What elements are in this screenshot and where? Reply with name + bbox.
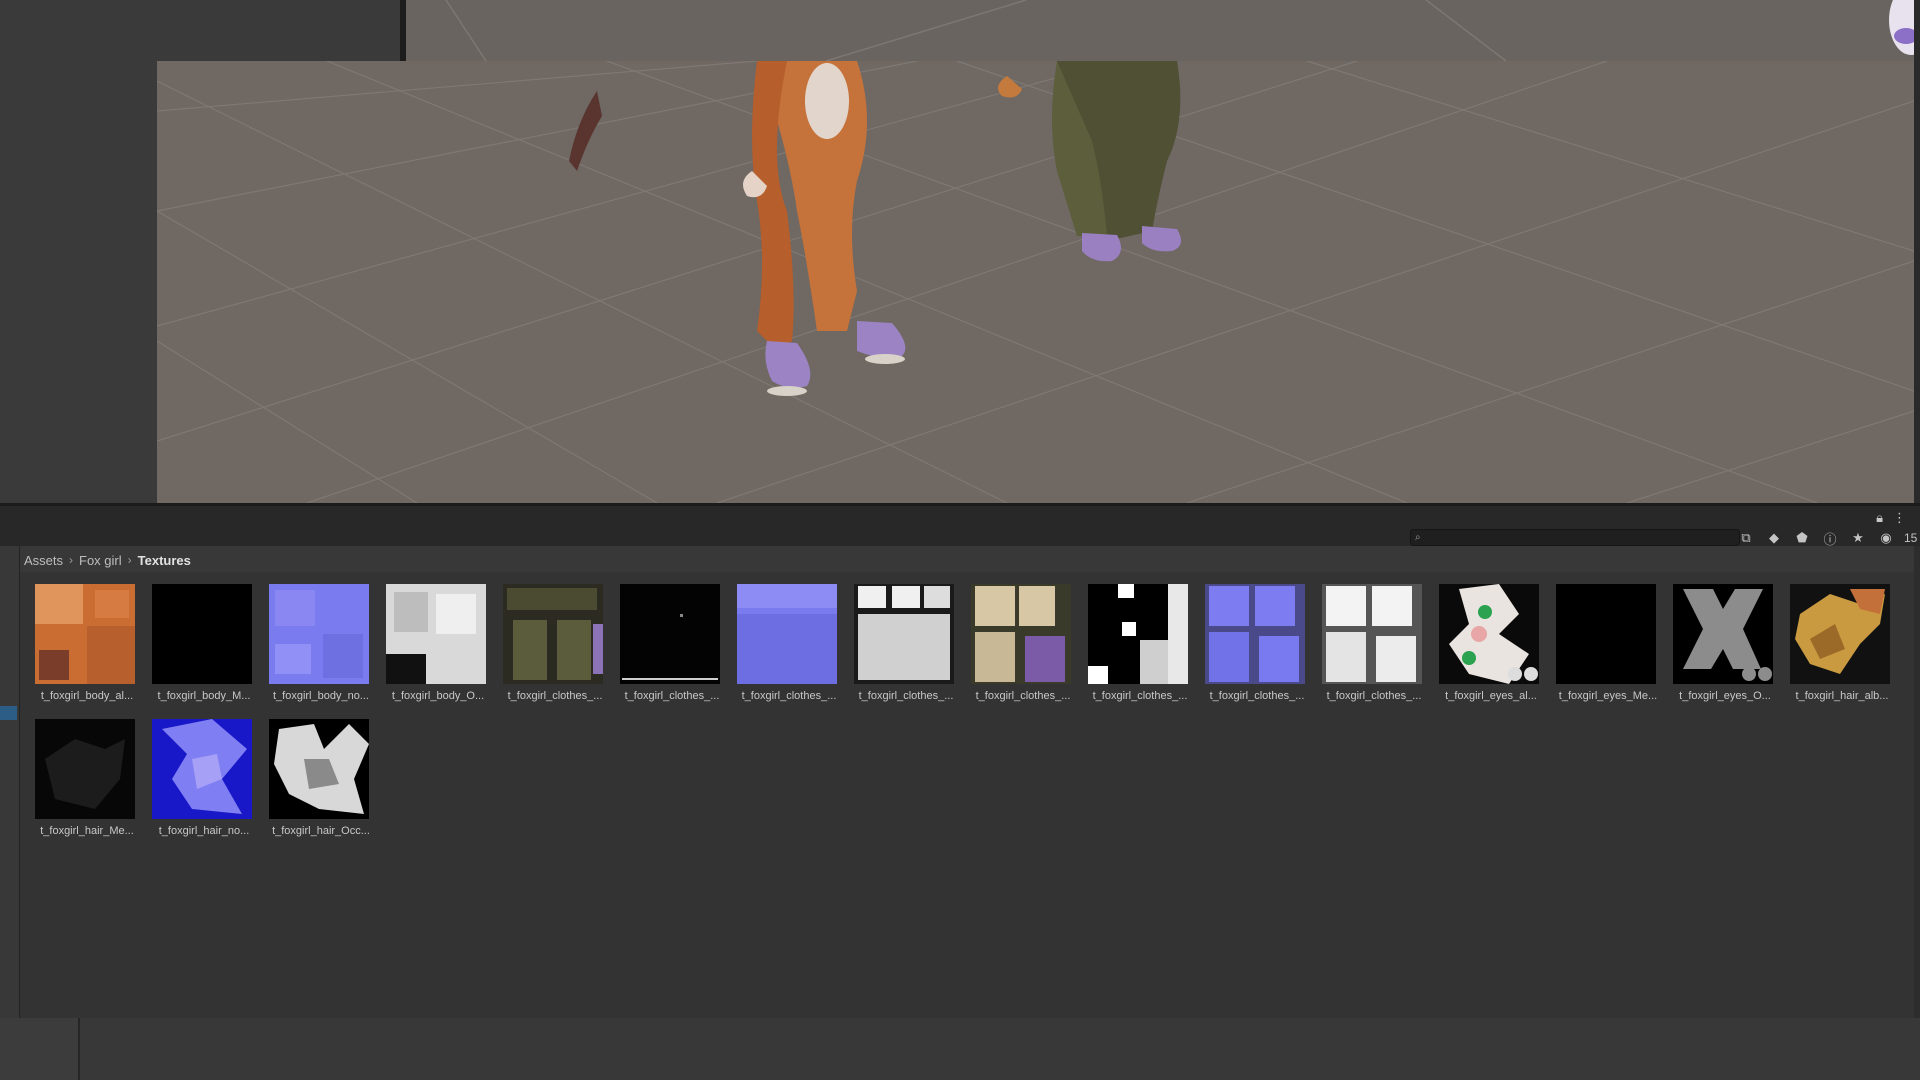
search-input[interactable]: ⌕ [1410,529,1740,546]
occlusion-texture-thumbnail [386,584,486,684]
asset-label: t_foxgirl_clothes_... [975,690,1071,702]
hidden-packages-icon[interactable]: ◉ [1876,530,1896,546]
selected-folder-indicator[interactable] [0,706,17,720]
asset-label: t_foxgirl_body_al... [40,690,134,702]
asset-label: t_foxgirl_hair_no... [158,825,250,837]
mask-texture-thumbnail [1088,584,1188,684]
albedo-texture-thumbnail [971,584,1071,684]
asset-item[interactable]: t_foxgirl_clothes_... [496,572,603,702]
chevron-right-icon: › [127,553,132,567]
bottom-left-panel [0,1018,80,1080]
asset-label: t_foxgirl_body_O... [391,690,485,702]
asset-label: t_foxgirl_clothes_... [741,690,837,702]
metallic-texture-thumbnail [1556,584,1656,684]
asset-label: t_foxgirl_clothes_... [1092,690,1188,702]
asset-label: t_foxgirl_hair_Occ... [272,825,370,837]
asset-label: t_foxgirl_hair_alb... [1795,690,1889,702]
asset-label: t_foxgirl_clothes_... [858,690,954,702]
asset-label: t_foxgirl_clothes_... [1209,690,1305,702]
game-view-strip [406,0,1920,62]
warning-filter-icon[interactable]: ⓘ [1820,529,1840,548]
search-by-type-icon[interactable]: ⧉ [1736,530,1756,546]
scene-right-edge [1914,0,1920,503]
albedo-texture-thumbnail [1790,584,1890,684]
asset-label: t_foxgirl_body_M... [157,690,251,702]
search-by-label-icon[interactable]: ◆ [1764,530,1784,546]
asset-item[interactable]: t_foxgirl_body_al... [28,572,135,702]
metallic-texture-thumbnail [620,584,720,684]
breadcrumb-fox-girl[interactable]: Fox girl [79,553,122,568]
asset-item[interactable]: t_foxgirl_hair_alb... [1783,572,1890,702]
asset-grid[interactable]: t_foxgirl_body_al... t_foxgirl_body_M...… [20,572,1914,1018]
albedo-texture-thumbnail [35,584,135,684]
asset-item[interactable]: t_foxgirl_clothes_... [964,572,1071,702]
normal-map-thumbnail [737,584,837,684]
occlusion-texture-thumbnail [1322,584,1422,684]
toolbar-icon-group: ⧉ ◆ ⬟ ⓘ ★ ◉ 15 [1736,529,1918,548]
project-folder-tree[interactable] [0,546,20,1018]
second-character-model [998,61,1181,262]
asset-label: t_foxgirl_eyes_al... [1445,690,1537,702]
asset-item[interactable]: t_foxgirl_body_no... [262,572,369,702]
normal-map-thumbnail [269,584,369,684]
scene-view[interactable] [0,0,1920,503]
scene-top-left-panel [0,0,406,61]
panel-divider[interactable] [400,0,406,61]
asset-item[interactable]: t_foxgirl_clothes_... [1198,572,1305,702]
panel-right-edge [1914,546,1920,1018]
asset-item[interactable]: t_foxgirl_clothes_... [730,572,837,702]
bottom-area [0,1018,1920,1080]
asset-label: t_foxgirl_clothes_... [1326,690,1422,702]
asset-item[interactable]: t_foxgirl_clothes_... [847,572,954,702]
project-panel-header: 🔒︎ ⋮ [0,506,1920,530]
asset-item[interactable]: t_foxgirl_clothes_... [613,572,720,702]
asset-label: t_foxgirl_eyes_Me... [1558,690,1658,702]
asset-label: t_foxgirl_clothes_... [507,690,603,702]
asset-item[interactable]: t_foxgirl_clothes_... [1081,572,1188,702]
scene-grid [157,61,1914,503]
albedo-texture-thumbnail [1439,584,1539,684]
metallic-texture-thumbnail [152,584,252,684]
breadcrumb: Assets › Fox girl › Textures [20,548,191,572]
occlusion-texture-thumbnail [1673,584,1773,684]
occlusion-texture-thumbnail [854,584,954,684]
asset-item[interactable]: t_foxgirl_eyes_al... [1432,572,1539,702]
scene-viewport[interactable] [157,61,1914,503]
breadcrumb-assets[interactable]: Assets [24,553,63,568]
metallic-texture-thumbnail [35,719,135,819]
normal-map-thumbnail [152,719,252,819]
asset-item[interactable]: t_foxgirl_clothes_... [1315,572,1422,702]
favorite-star-icon[interactable]: ★ [1848,530,1868,546]
breadcrumb-current[interactable]: Textures [138,553,191,568]
asset-item[interactable]: t_foxgirl_eyes_O... [1666,572,1773,702]
asset-item[interactable]: t_foxgirl_body_M... [145,572,252,702]
lock-icon[interactable]: 🔒︎ [1876,510,1883,526]
scene-left-panel [0,0,157,503]
asset-label: t_foxgirl_body_no... [272,690,369,702]
asset-item[interactable]: t_foxgirl_hair_Occ... [262,707,370,837]
asset-item[interactable]: t_foxgirl_body_O... [379,572,486,702]
asset-item[interactable]: t_foxgirl_eyes_Me... [1549,572,1657,702]
search-icon: ⌕ [1415,532,1421,543]
more-options-icon[interactable]: ⋮ [1893,510,1906,526]
hidden-count: 15 [1904,531,1918,545]
asset-item[interactable]: t_foxgirl_hair_no... [145,707,252,837]
occlusion-texture-thumbnail [269,719,369,819]
tag-icon[interactable]: ⬟ [1792,530,1812,546]
asset-label: t_foxgirl_eyes_O... [1679,690,1771,702]
normal-map-thumbnail [1205,584,1305,684]
asset-label: t_foxgirl_clothes_... [624,690,720,702]
chevron-right-icon: › [69,553,74,567]
asset-item[interactable]: t_foxgirl_hair_Me... [28,707,135,837]
asset-label: t_foxgirl_hair_Me... [40,825,134,837]
albedo-texture-thumbnail [503,584,603,684]
